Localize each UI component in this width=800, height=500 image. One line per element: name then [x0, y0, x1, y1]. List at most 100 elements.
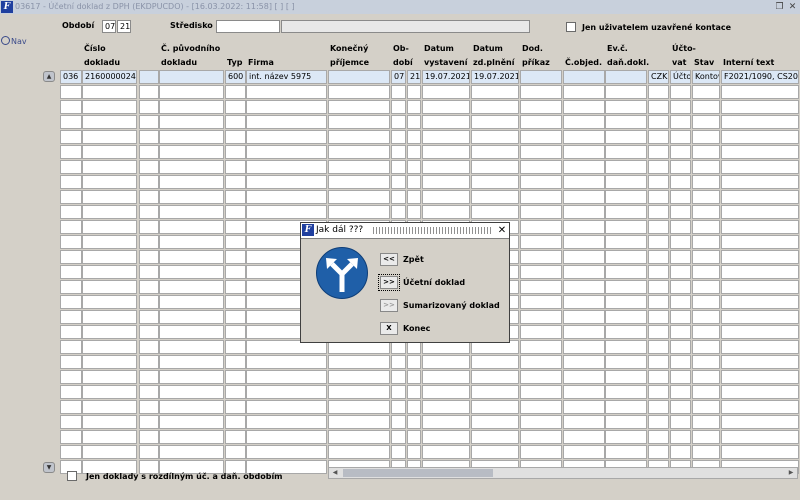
grid-cell[interactable] [139, 85, 159, 99]
grid-cell[interactable] [82, 385, 137, 399]
grid-cell[interactable] [82, 85, 137, 99]
grid-cell[interactable] [563, 385, 605, 399]
grid-cell[interactable] [648, 130, 669, 144]
grid-cell[interactable] [692, 415, 720, 429]
grid-cell[interactable] [670, 160, 691, 174]
grid-cell[interactable] [139, 265, 159, 279]
grid-cell[interactable] [520, 130, 562, 144]
grid-cell[interactable] [82, 115, 137, 129]
grid-cell[interactable] [670, 85, 691, 99]
grid-cell[interactable] [605, 430, 647, 444]
grid-cell[interactable] [225, 205, 246, 219]
grid-cell[interactable] [520, 265, 562, 279]
grid-cell[interactable] [328, 160, 390, 174]
grid-cell[interactable] [648, 295, 669, 309]
grid-cell[interactable] [225, 265, 246, 279]
grid-cell[interactable] [422, 430, 470, 444]
grid-cell[interactable] [422, 85, 470, 99]
grid-cell[interactable] [563, 370, 605, 384]
grid-cell[interactable] [648, 250, 669, 264]
grid-cell[interactable] [246, 370, 327, 384]
grid-cell[interactable] [721, 415, 799, 429]
grid-cell[interactable] [60, 175, 82, 189]
grid-cell[interactable] [407, 130, 421, 144]
grid-cell[interactable] [159, 205, 224, 219]
grid-cell[interactable] [605, 130, 647, 144]
grid-cell[interactable] [60, 445, 82, 459]
grid-cell[interactable] [563, 190, 605, 204]
grid-cell[interactable] [82, 340, 137, 354]
grid-cell[interactable] [82, 175, 137, 189]
grid-cell[interactable] [670, 265, 691, 279]
grid-cell[interactable] [520, 115, 562, 129]
grid-cell[interactable]: Kontov [692, 70, 720, 84]
grid-cell[interactable] [563, 100, 605, 114]
grid-cell[interactable] [159, 265, 224, 279]
grid-cell[interactable] [563, 250, 605, 264]
grid-cell[interactable] [520, 310, 562, 324]
grid-cell[interactable] [60, 355, 82, 369]
grid-cell[interactable] [520, 445, 562, 459]
obdobi-month-field[interactable]: 07 [102, 20, 116, 33]
grid-cell[interactable] [605, 70, 647, 84]
grid-cell[interactable] [139, 415, 159, 429]
grid-cell[interactable] [520, 280, 562, 294]
grid-cell[interactable] [670, 190, 691, 204]
grid-cell[interactable] [82, 265, 137, 279]
grid-cell[interactable]: 600 [225, 70, 246, 84]
grid-cell[interactable] [692, 265, 720, 279]
grid-cell[interactable] [563, 445, 605, 459]
grid-cell[interactable] [648, 160, 669, 174]
grid-cell[interactable] [391, 400, 406, 414]
grid-cell[interactable] [328, 115, 390, 129]
grid-cell[interactable] [670, 415, 691, 429]
grid-cell[interactable]: int. název 5975 [246, 70, 327, 84]
grid-cell[interactable] [246, 145, 327, 159]
grid-cell[interactable] [328, 70, 390, 84]
grid-cell[interactable] [225, 340, 246, 354]
grid-cell[interactable] [82, 445, 137, 459]
grid-cell[interactable] [328, 85, 390, 99]
ucetni-doklad-button[interactable]: >> [378, 274, 400, 291]
grid-cell[interactable] [471, 190, 519, 204]
grid-cell[interactable] [563, 85, 605, 99]
grid-cell[interactable] [391, 175, 406, 189]
grid-cell[interactable] [648, 235, 669, 249]
grid-cell[interactable] [82, 235, 137, 249]
grid-cell[interactable] [563, 415, 605, 429]
grid-cell[interactable] [520, 145, 562, 159]
grid-cell[interactable] [520, 85, 562, 99]
grid-cell[interactable] [159, 115, 224, 129]
grid-cell[interactable] [139, 325, 159, 339]
grid-cell[interactable] [391, 445, 406, 459]
grid-cell[interactable] [563, 295, 605, 309]
grid-cell[interactable] [159, 100, 224, 114]
grid-cell[interactable] [422, 355, 470, 369]
grid-cell[interactable] [471, 205, 519, 219]
grid-cell[interactable] [520, 160, 562, 174]
grid-cell[interactable] [563, 400, 605, 414]
grid-cell[interactable] [159, 415, 224, 429]
grid-cell[interactable] [721, 205, 799, 219]
grid-cell[interactable] [139, 115, 159, 129]
grid-cell[interactable] [670, 250, 691, 264]
grid-cell[interactable] [692, 130, 720, 144]
grid-cell[interactable] [471, 100, 519, 114]
grid-cell[interactable] [721, 115, 799, 129]
grid-cell[interactable] [721, 295, 799, 309]
grid-cell[interactable] [407, 100, 421, 114]
grid-cell[interactable] [471, 430, 519, 444]
grid-cell[interactable] [520, 325, 562, 339]
grid-cell[interactable] [328, 175, 390, 189]
grid-cell[interactable] [246, 415, 327, 429]
grid-cell[interactable] [391, 130, 406, 144]
grid-cell[interactable] [721, 220, 799, 234]
grid-cell[interactable] [721, 325, 799, 339]
scroll-up-button[interactable]: ▲ [43, 71, 55, 82]
grid-cell[interactable] [721, 385, 799, 399]
grid-cell[interactable] [563, 145, 605, 159]
grid-cell[interactable] [692, 250, 720, 264]
grid-cell[interactable] [471, 160, 519, 174]
grid-cell[interactable] [82, 250, 137, 264]
grid-cell[interactable] [520, 415, 562, 429]
